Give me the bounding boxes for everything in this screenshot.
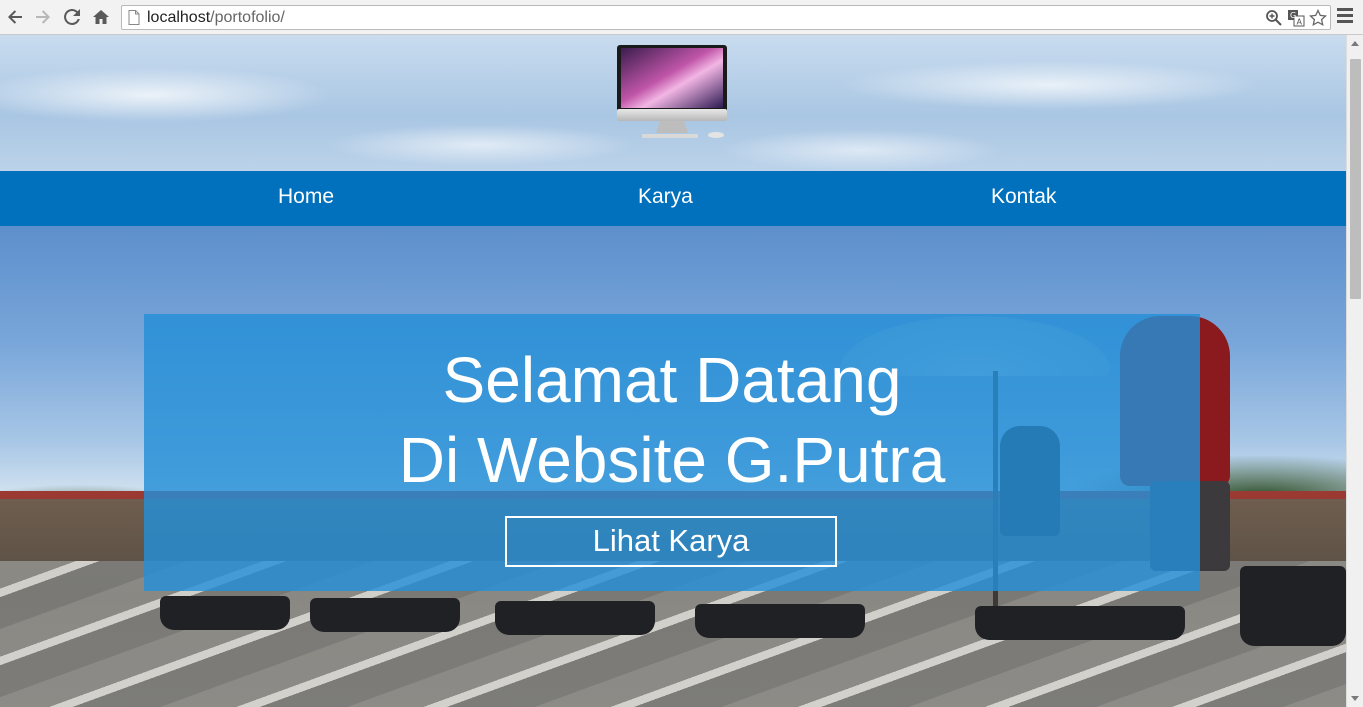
hero-background-lounger <box>1240 566 1346 646</box>
page-icon <box>128 10 140 25</box>
hero-title: Selamat Datang Di Website G.Putra <box>144 340 1200 500</box>
browser-toolbar: localhost/portofolio/ GA <box>0 0 1363 35</box>
scroll-down-icon[interactable] <box>1351 696 1359 701</box>
back-icon[interactable] <box>5 7 25 27</box>
hero-title-line-2: Di Website G.Putra <box>398 424 946 496</box>
hero-background-lounger <box>695 604 865 638</box>
page-viewport: Home Karya Kontak Selamat Datang Di Webs… <box>0 35 1346 707</box>
address-bar[interactable]: localhost/portofolio/ GA <box>121 5 1331 30</box>
url-text[interactable]: localhost/portofolio/ <box>147 9 285 27</box>
translate-icon[interactable]: GA <box>1287 9 1305 27</box>
home-icon[interactable] <box>91 7 111 27</box>
main-navigation: Home Karya Kontak <box>0 171 1346 226</box>
nav-karya[interactable]: Karya <box>638 185 693 209</box>
scrollbar-thumb[interactable] <box>1350 59 1361 299</box>
chrome-menu-icon[interactable] <box>1337 8 1353 26</box>
hero-background-lounger <box>310 598 460 632</box>
nav-home[interactable]: Home <box>278 185 334 209</box>
nav-kontak[interactable]: Kontak <box>991 185 1056 209</box>
hero-background-lounger <box>495 601 655 635</box>
zoom-icon[interactable] <box>1265 9 1283 27</box>
svg-text:G: G <box>1290 11 1296 20</box>
hero-panel: Selamat Datang Di Website G.Putra Lihat … <box>144 314 1200 591</box>
hero-background-lounger <box>160 596 290 630</box>
hero-title-line-1: Selamat Datang <box>442 344 902 416</box>
vertical-scrollbar[interactable] <box>1346 35 1363 707</box>
forward-icon[interactable] <box>33 7 53 27</box>
site-header <box>0 35 1346 171</box>
svg-text:A: A <box>1297 18 1303 27</box>
hero-background-lounger <box>975 606 1185 640</box>
lihat-karya-button[interactable]: Lihat Karya <box>505 516 837 567</box>
scroll-up-icon[interactable] <box>1351 41 1359 46</box>
bookmark-star-icon[interactable] <box>1309 9 1327 27</box>
reload-icon[interactable] <box>62 7 82 27</box>
imac-icon <box>617 45 727 138</box>
